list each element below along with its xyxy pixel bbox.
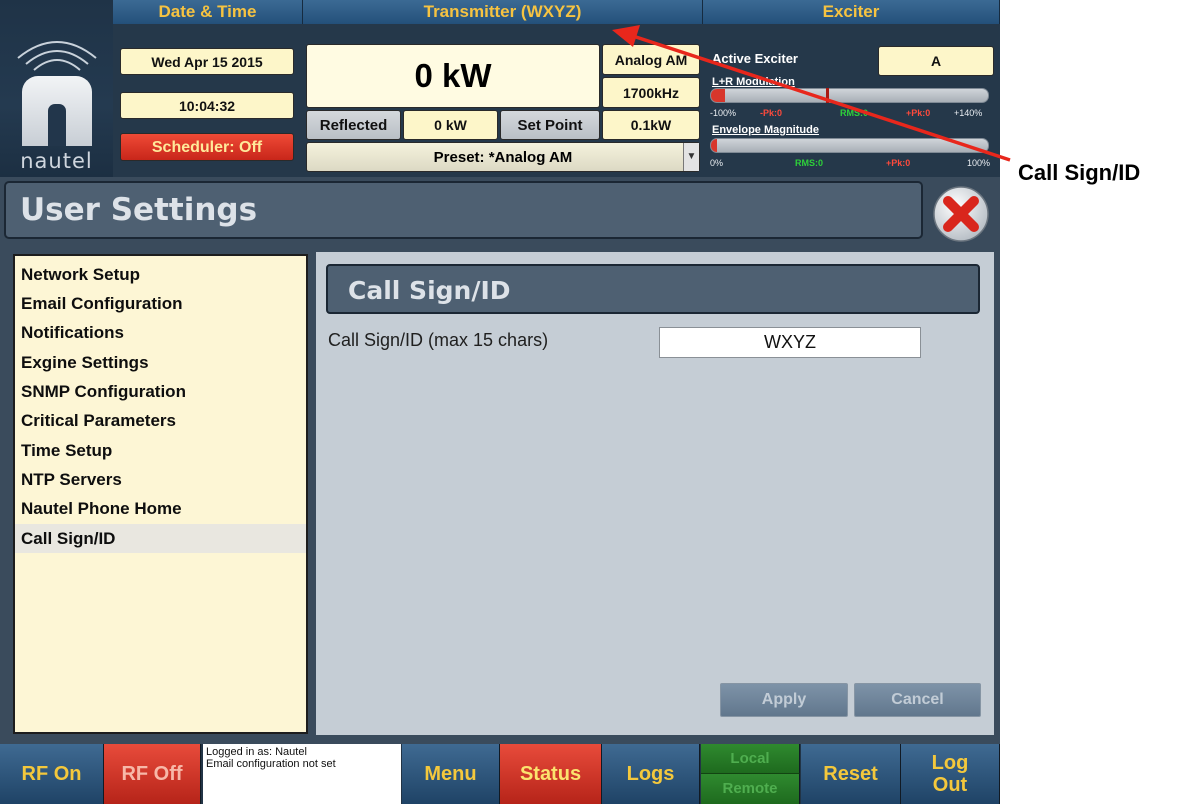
time-display: 10:04:32 [120, 92, 294, 119]
preset-select[interactable]: Preset: *Analog AM ▼ [306, 142, 700, 172]
reflected-label: Reflected [306, 110, 401, 140]
frequency-display: 1700kHz [602, 77, 700, 108]
menu-item-exgine-settings[interactable]: Exgine Settings [15, 348, 306, 377]
section-title-bar: Call Sign/ID [326, 264, 980, 314]
lr-scale-max: +140% [954, 108, 983, 118]
lr-pos-peak: +Pk:0 [906, 108, 931, 118]
setpoint-value: 0.1kW [602, 110, 700, 140]
envelope-magnitude-title: Envelope Magnitude [712, 124, 819, 136]
preset-value: Preset: *Analog AM [433, 149, 573, 166]
page-title-bar: User Settings [4, 181, 923, 239]
call-sign-input[interactable] [659, 327, 921, 358]
menu-item-email-configuration[interactable]: Email Configuration [15, 289, 306, 318]
lr-modulation-zero-marker [826, 88, 829, 103]
call-sign-label: Call Sign/ID (max 15 chars) [328, 330, 549, 350]
transmitter-heading: Transmitter (WXYZ) [303, 0, 703, 24]
callout-label: Call Sign/ID [1018, 160, 1141, 185]
mode-display: Analog AM [602, 44, 700, 75]
reset-button[interactable]: Reset [801, 744, 901, 804]
menu-item-critical-parameters[interactable]: Critical Parameters [15, 406, 306, 435]
active-exciter-value: A [878, 46, 994, 76]
lr-rms: RMS:0 [840, 108, 869, 118]
status-button[interactable]: Status [500, 744, 602, 804]
menu-button[interactable]: Menu [402, 744, 500, 804]
signal-arcs-icon [17, 41, 97, 71]
page-title: User Settings [20, 192, 258, 228]
remote-button[interactable]: Remote [701, 774, 800, 804]
lr-neg-peak: -Pk:0 [760, 108, 783, 118]
menu-item-time-setup[interactable]: Time Setup [15, 436, 306, 465]
bottom-control-bar: RF On RF Off Logged in as: Nautel Email … [0, 744, 1000, 804]
login-message: Logged in as: Nautel [206, 746, 307, 758]
settings-menu: Network Setup Email Configuration Notifi… [13, 254, 308, 734]
reflected-value: 0 kW [403, 110, 498, 140]
transmitter-ui-screen: nautel Date & Time Transmitter (WXYZ) Ex… [0, 0, 1000, 804]
logo-n-notch [48, 104, 66, 146]
log-out-button[interactable]: Log Out [901, 744, 1000, 804]
menu-item-call-sign-id[interactable]: Call Sign/ID [15, 524, 306, 553]
date-time-heading: Date & Time [113, 0, 303, 24]
menu-item-ntp-servers[interactable]: NTP Servers [15, 465, 306, 494]
close-icon[interactable] [928, 185, 994, 243]
dropdown-arrow-icon[interactable]: ▼ [683, 143, 699, 171]
env-rms: RMS:0 [795, 158, 824, 168]
active-exciter-label: Active Exciter [712, 51, 798, 66]
envelope-magnitude-scale: 0% RMS:0 +Pk:0 100% [710, 158, 992, 170]
envelope-magnitude-fill [711, 139, 717, 152]
setpoint-label: Set Point [500, 110, 600, 140]
menu-item-nautel-phone-home[interactable]: Nautel Phone Home [15, 494, 306, 523]
menu-item-network-setup[interactable]: Network Setup [15, 260, 306, 289]
exciter-heading: Exciter [703, 0, 1000, 24]
forward-power-display: 0 kW [306, 44, 600, 108]
rf-off-button[interactable]: RF Off [104, 744, 201, 804]
log-out-line-1: Log [931, 752, 969, 774]
scheduler-button[interactable]: Scheduler: Off [120, 133, 294, 161]
cancel-button[interactable]: Cancel [854, 683, 981, 717]
date-display: Wed Apr 15 2015 [120, 48, 294, 75]
menu-item-snmp-configuration[interactable]: SNMP Configuration [15, 377, 306, 406]
status-message-box: Logged in as: Nautel Email configuration… [203, 744, 401, 804]
rf-on-button[interactable]: RF On [0, 744, 104, 804]
settings-content-panel: Call Sign/ID Call Sign/ID (max 15 chars)… [316, 252, 994, 735]
lr-modulation-title: L+R Modulation [712, 76, 795, 88]
lr-scale-min: -100% [710, 108, 737, 118]
lr-modulation-scale: -100% -Pk:0 RMS:0 +Pk:0 +140% [710, 108, 992, 120]
apply-button[interactable]: Apply [720, 683, 848, 717]
env-scale-min: 0% [710, 158, 724, 168]
local-button[interactable]: Local [701, 744, 800, 774]
logs-button[interactable]: Logs [602, 744, 700, 804]
section-title: Call Sign/ID [348, 276, 511, 305]
log-out-line-2: Out [932, 774, 968, 796]
lr-modulation-meter [710, 88, 989, 103]
menu-item-notifications[interactable]: Notifications [15, 318, 306, 347]
lr-modulation-fill [711, 89, 725, 102]
nautel-logo: nautel [0, 0, 113, 177]
logo-wordmark: nautel [20, 149, 93, 173]
email-warning-message: Email configuration not set [206, 758, 336, 770]
status-header: nautel Date & Time Transmitter (WXYZ) Ex… [0, 0, 1000, 177]
env-scale-max: 100% [967, 158, 991, 168]
envelope-magnitude-meter [710, 138, 989, 153]
env-pos-peak: +Pk:0 [886, 158, 911, 168]
